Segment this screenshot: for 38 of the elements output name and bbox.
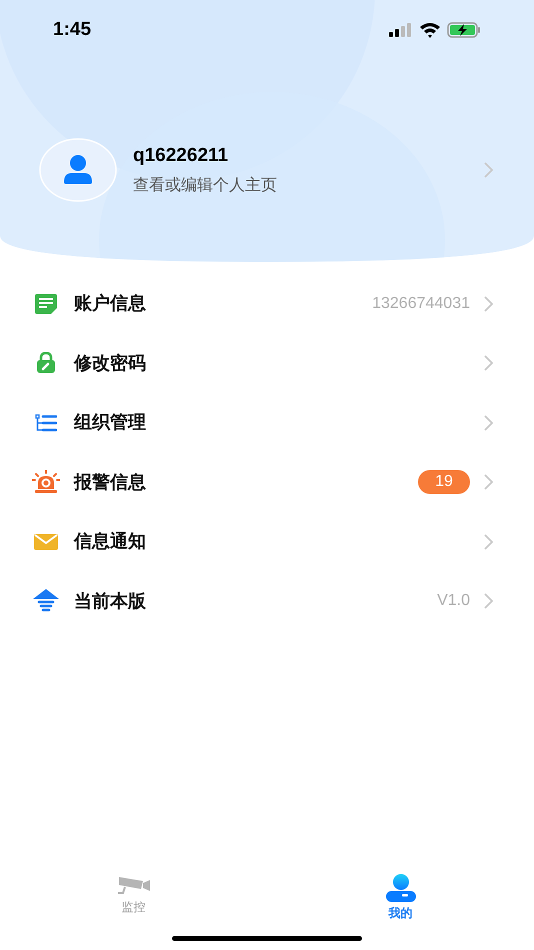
chevron-icon [484, 162, 494, 178]
chevron-icon [484, 474, 494, 490]
tree-list-icon [35, 414, 57, 432]
menu-value: V1.0 [437, 591, 470, 612]
menu-item[interactable]: 报警信息 19 [0, 452, 534, 512]
chevron-icon [484, 593, 494, 610]
chevron-icon [484, 414, 494, 431]
menu-item[interactable]: 账户信息 13266744031 [0, 274, 534, 334]
battery-icon [447, 22, 481, 38]
menu-label: 组织管理 [74, 411, 147, 434]
chevron-icon [484, 534, 494, 550]
menu-label: 报警信息 [74, 470, 147, 494]
menu-label: 当前本版 [74, 590, 147, 613]
username: q16226211 [133, 144, 230, 168]
menu-value: 13266744031 [372, 294, 470, 314]
envelope-icon [34, 532, 58, 551]
tab-item[interactable]: 我的 [267, 860, 534, 922]
status-time: 1:45 [53, 18, 92, 42]
menu-item[interactable]: 信息通知 [0, 512, 534, 572]
siren-icon [32, 470, 60, 494]
menu-label: 账户信息 [74, 292, 147, 316]
camera-icon [116, 874, 150, 896]
profile-row[interactable]: q16226211 查看或编辑个人主页 [0, 138, 534, 202]
upload-arrow-icon [32, 589, 60, 614]
count-badge: 19 [418, 470, 470, 494]
wifi-icon [419, 22, 441, 38]
person-icon [386, 874, 416, 902]
note-icon [34, 292, 58, 315]
chevron-icon [484, 296, 494, 312]
menu-item[interactable]: 当前本版 V1.0 [0, 572, 534, 631]
lock-icon [35, 352, 57, 374]
profile-subtitle: 查看或编辑个人主页 [133, 176, 278, 196]
chevron-icon [484, 355, 494, 372]
menu-item[interactable]: 修改密码 [0, 334, 534, 393]
signal-icon [389, 23, 413, 37]
menu-item[interactable]: 组织管理 [0, 393, 534, 452]
menu-label: 信息通知 [74, 530, 147, 554]
menu-label: 修改密码 [74, 352, 147, 375]
